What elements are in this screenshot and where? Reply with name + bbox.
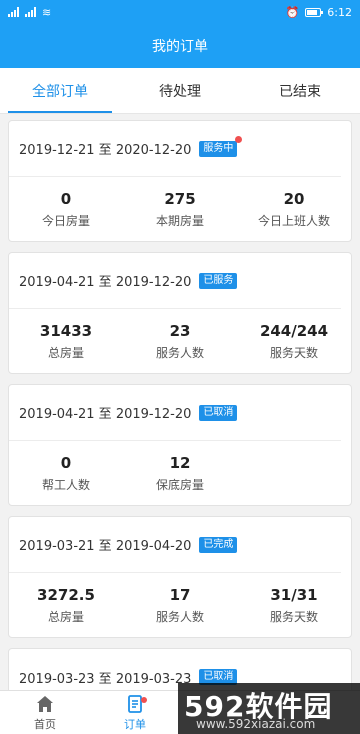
stat-label: 今日房量: [41, 213, 90, 228]
signal-icon: [8, 7, 19, 17]
tab-bar: 全部订单 待处理 已结束: [0, 68, 360, 114]
stat-item: 0 帮工人数: [9, 454, 123, 493]
stat-item: 23 服务人数: [123, 322, 237, 361]
status-badge: 已取消: [199, 404, 238, 421]
watermark-logo: 592软件园 www.592xiazai.com: [178, 683, 360, 734]
status-badge: 已完成: [199, 536, 238, 553]
stat-label: 总房量: [47, 609, 84, 624]
tab-finished[interactable]: 已结束: [240, 68, 360, 113]
stat-label: 本期房量: [155, 213, 204, 228]
stat-item: 275 本期房量: [123, 190, 237, 229]
tab-pending[interactable]: 待处理: [120, 68, 240, 113]
notification-dot: [235, 135, 243, 143]
status-badge-label: 已服务: [203, 274, 234, 286]
notification-dot: [141, 697, 147, 703]
home-icon: [37, 695, 53, 712]
stat-item: 17 服务人数: [123, 586, 237, 625]
stat-value: 12: [169, 453, 191, 472]
status-badge: 服务中: [199, 135, 243, 157]
status-badge-label: 已完成: [203, 538, 234, 550]
stat-value: 275: [164, 189, 196, 208]
stat-label: 今日上班人数: [257, 213, 330, 228]
stat-item: 31433 总房量: [9, 322, 123, 361]
order-date-range: 2019-04-21 至 2019-12-20: [19, 275, 192, 290]
nav-label: 订单: [124, 717, 146, 731]
stat-item: 20 今日上班人数: [237, 190, 351, 229]
stat-label: 服务天数: [269, 345, 318, 360]
tab-label: 待处理: [159, 83, 201, 100]
order-stats: 0 帮工人数 12 保底房量: [9, 441, 351, 505]
battery-icon: [305, 7, 324, 17]
order-card-header: 2019-04-21 至 2019-12-20 已取消: [9, 385, 341, 441]
signal-icon-2: [25, 7, 36, 17]
order-card-header: 2019-04-21 至 2019-12-20 已服务: [9, 253, 341, 309]
order-card-header: 2019-03-21 至 2019-04-20 已完成: [9, 517, 341, 573]
order-card[interactable]: 2019-04-21 至 2019-12-20 已服务 31433 总房量 23 服…: [8, 252, 352, 374]
order-stats: 3272.5 总房量 17 服务人数 31/31 服务天数: [9, 573, 351, 637]
stat-label: 服务人数: [155, 609, 204, 624]
order-date-range: 2019-04-21 至 2019-12-20: [19, 407, 192, 422]
stat-value: 3272.5: [37, 585, 95, 604]
alarm-icon: ⏰: [285, 5, 300, 19]
stat-value: 20: [283, 189, 305, 208]
stat-value: 23: [169, 321, 191, 340]
watermark-url: www.592xiazai.com: [196, 717, 316, 731]
order-card[interactable]: 2019-04-21 至 2019-12-20 已取消 0 帮工人数 12 保底房量: [8, 384, 352, 506]
status-right: ⏰ 6:12: [286, 6, 352, 19]
order-date-range: 2019-03-21 至 2019-04-20: [19, 539, 192, 554]
stat-value: 31/31: [270, 585, 318, 604]
stat-item: 244/244 服务天数: [237, 322, 351, 361]
stat-label: 服务人数: [155, 345, 204, 360]
stat-value: 0: [60, 453, 72, 472]
tab-label: 已结束: [279, 83, 321, 100]
status-badge: 已服务: [199, 272, 238, 289]
stat-label: 帮工人数: [41, 477, 90, 492]
status-badge-label: 已取消: [203, 406, 234, 418]
nav-orders[interactable]: 订单: [90, 691, 180, 734]
order-date-range: 2019-12-21 至 2020-12-20: [19, 143, 192, 158]
order-stats: 0 今日房量 275 本期房量 20 今日上班人数: [9, 177, 351, 241]
stat-label: 总房量: [47, 345, 84, 360]
nav-home[interactable]: 首页: [0, 691, 90, 734]
stat-item: 3272.5 总房量: [9, 586, 123, 625]
stat-item: 31/31 服务天数: [237, 586, 351, 625]
order-stats: 31433 总房量 23 服务人数 244/244 服务天数: [9, 309, 351, 373]
stat-value: 244/244: [259, 321, 329, 340]
order-card[interactable]: 2019-03-21 至 2019-04-20 已完成 3272.5 总房量 17…: [8, 516, 352, 638]
status-bar: ≋ ⏰ 6:12: [0, 0, 360, 24]
order-card[interactable]: 2019-12-21 至 2020-12-20 服务中 0 今日房量 275 本期房…: [8, 120, 352, 242]
order-list: 2019-12-21 至 2020-12-20 服务中 0 今日房量 275 本期房…: [0, 114, 360, 690]
status-left: ≋: [8, 6, 51, 19]
stat-label: 保底房量: [155, 477, 204, 492]
stat-value: 0: [60, 189, 72, 208]
stat-value: 17: [169, 585, 191, 604]
navbar: 我的订单: [0, 24, 360, 68]
nav-label: 首页: [34, 717, 56, 731]
stat-item: 0 今日房量: [9, 190, 123, 229]
status-badge-label: 服务中: [203, 142, 234, 154]
status-badge-label: 已取消: [203, 671, 234, 682]
stat-item: 12 保底房量: [123, 454, 237, 493]
wifi-icon: ≋: [42, 5, 52, 19]
page-title: 我的订单: [152, 39, 208, 55]
status-time: 6:12: [327, 5, 352, 19]
tab-all-orders[interactable]: 全部订单: [0, 68, 120, 113]
tab-label: 全部订单: [32, 83, 88, 100]
stat-label: 服务天数: [269, 609, 318, 624]
order-date-range: 2019-03-23 至 2019-03-23: [19, 671, 192, 687]
order-card-header: 2019-12-21 至 2020-12-20 服务中: [9, 121, 341, 177]
stat-value: 31433: [39, 321, 93, 340]
